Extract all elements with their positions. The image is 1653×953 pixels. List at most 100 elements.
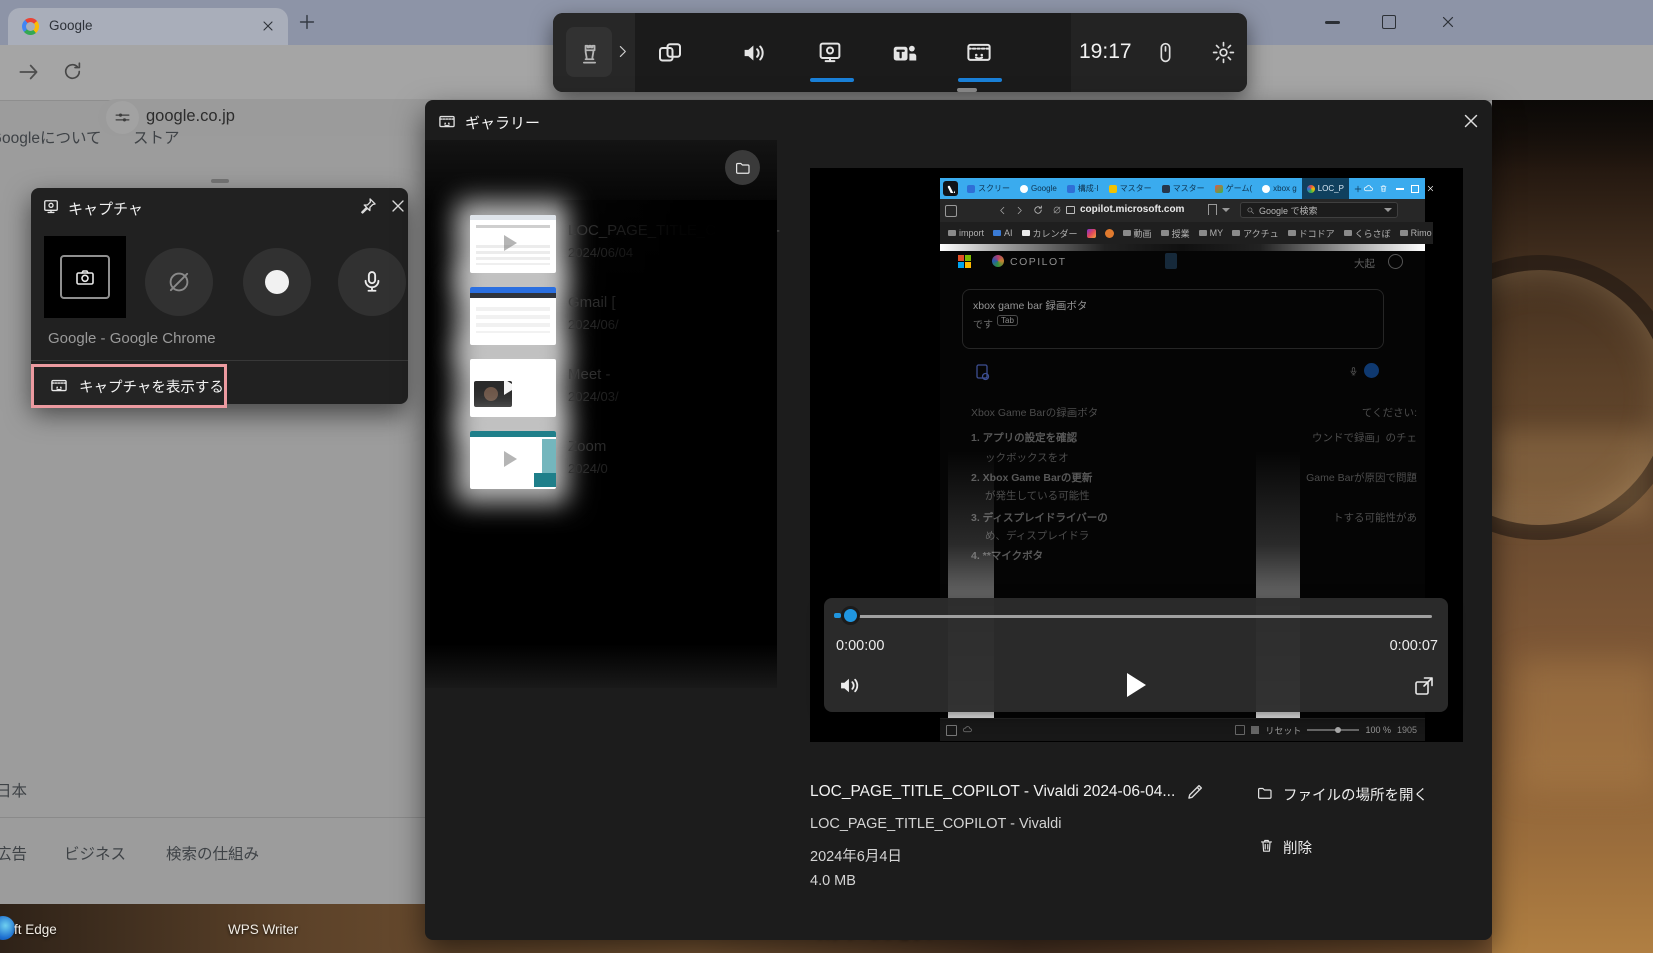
mouse-icon[interactable] bbox=[1153, 40, 1178, 65]
thumbnail-gmail[interactable] bbox=[470, 287, 556, 345]
search-field[interactable]: Google で検索 bbox=[1240, 202, 1398, 218]
thumbnail-zoom[interactable] bbox=[470, 431, 556, 489]
detail-name: LOC_PAGE_TITLE_COPILOT - Vivaldi bbox=[810, 816, 1061, 832]
volume-icon[interactable] bbox=[836, 672, 863, 699]
new-tab-button[interactable] bbox=[296, 11, 318, 33]
url-text[interactable]: google.co.jp bbox=[146, 107, 235, 126]
show-captures-label: キャプチャを表示する bbox=[79, 376, 224, 397]
zoom-slider[interactable] bbox=[1307, 729, 1359, 731]
forward-icon[interactable] bbox=[16, 59, 42, 85]
new-tab-icon[interactable] bbox=[1353, 184, 1363, 194]
mic-toggle-button[interactable] bbox=[338, 248, 406, 316]
capture-drag-handle[interactable] bbox=[211, 179, 229, 183]
avatar bbox=[1388, 254, 1403, 269]
play-button[interactable] bbox=[1127, 673, 1146, 697]
window-maximize-button[interactable] bbox=[1382, 15, 1396, 29]
detail-date: 2024年6月4日 bbox=[810, 845, 902, 866]
gamebar-toolbar: 19:17 bbox=[553, 13, 1247, 92]
footer-link-ads[interactable]: 広告 bbox=[0, 842, 27, 864]
show-captures-button[interactable]: キャプチャを表示する bbox=[31, 364, 227, 408]
prompt-mic-icon bbox=[1348, 366, 1359, 377]
status-frame-label: 1905 bbox=[1397, 725, 1417, 735]
status-reset-label[interactable]: リセット bbox=[1265, 724, 1301, 737]
popout-icon[interactable] bbox=[1412, 674, 1436, 698]
status-zoom-label: 100 % bbox=[1365, 725, 1391, 735]
gallery-widget-icon[interactable] bbox=[964, 38, 994, 68]
page-top-strip bbox=[940, 244, 1425, 251]
search-placeholder: Google で検索 bbox=[1259, 204, 1318, 217]
thumbnail-meet[interactable] bbox=[470, 359, 556, 417]
delete-trash-icon bbox=[1258, 837, 1275, 854]
site-settings-icon[interactable] bbox=[113, 108, 132, 127]
open-folder-button[interactable] bbox=[725, 150, 760, 185]
gear-icon[interactable] bbox=[1211, 40, 1236, 65]
footer-divider bbox=[0, 817, 425, 818]
gallery-drag-handle[interactable] bbox=[957, 88, 977, 92]
footer-link-how-search-works[interactable]: 検索の仕組み bbox=[166, 842, 259, 864]
teams-widget-icon[interactable] bbox=[890, 38, 920, 68]
capture-widget-icon[interactable] bbox=[815, 38, 845, 68]
taskbar-item-wps[interactable]: WPS Writer bbox=[228, 922, 298, 937]
capture-title-icon bbox=[41, 197, 61, 217]
tab-item[interactable]: xbox g bbox=[1257, 178, 1302, 199]
window-minimize-button[interactable] bbox=[1325, 21, 1340, 24]
tab-item-active[interactable]: LOC_P bbox=[1302, 178, 1349, 199]
link-about-google[interactable]: Googleについて bbox=[0, 126, 102, 148]
record-button[interactable] bbox=[243, 248, 311, 316]
tab-key-badge: Tab bbox=[997, 315, 1018, 326]
tab-item[interactable]: Google bbox=[1015, 178, 1062, 199]
edge-icon[interactable] bbox=[0, 916, 15, 940]
status-cloud-icon bbox=[962, 724, 973, 735]
seek-handle[interactable] bbox=[841, 606, 860, 625]
mic-icon bbox=[358, 268, 386, 296]
tab-close-icon[interactable] bbox=[260, 18, 276, 34]
sun-icon[interactable] bbox=[1105, 229, 1114, 238]
record-last-button[interactable] bbox=[145, 248, 213, 316]
mini-close-icon bbox=[1426, 184, 1435, 193]
search-icon bbox=[1246, 206, 1255, 215]
thumbnail-loc-page[interactable] bbox=[470, 215, 556, 273]
panel-grid-icon bbox=[946, 725, 957, 736]
tab-item[interactable]: ゲーム( bbox=[1210, 178, 1257, 199]
widgets-menu-icon[interactable] bbox=[655, 38, 685, 68]
taskbar-item-edge[interactable]: ft Edge bbox=[14, 922, 57, 937]
video-url: copilot.microsoft.com bbox=[1080, 204, 1184, 215]
seek-bar[interactable] bbox=[844, 615, 1432, 618]
tab-item[interactable]: マスター bbox=[1104, 178, 1157, 199]
capture-close-icon[interactable] bbox=[388, 196, 408, 216]
capture-source-label: Google - Google Chrome bbox=[48, 330, 216, 347]
gamebar-widgets-section bbox=[635, 13, 1071, 92]
pin-icon[interactable] bbox=[358, 196, 378, 216]
gallery-close-icon[interactable] bbox=[1460, 110, 1482, 132]
open-location-button[interactable]: ファイルの場所を開く bbox=[1283, 784, 1428, 805]
tab-item[interactable]: マスター bbox=[1157, 178, 1210, 199]
audio-widget-icon[interactable] bbox=[739, 38, 769, 68]
screenshot-button[interactable] bbox=[44, 236, 126, 318]
video-player-controls: 0:00:00 0:00:07 bbox=[824, 598, 1448, 712]
copilot-brand: COPILOT bbox=[1010, 256, 1067, 268]
prompt-line2: です bbox=[973, 316, 993, 331]
mini-reload-icon bbox=[1032, 204, 1044, 216]
active-tab-marker bbox=[1165, 253, 1177, 269]
send-button-icon bbox=[1364, 363, 1379, 378]
rename-pencil-icon[interactable] bbox=[1185, 781, 1206, 802]
delete-button[interactable]: 削除 bbox=[1283, 837, 1312, 858]
chevron-right-icon[interactable] bbox=[614, 43, 631, 60]
tab-item[interactable]: 構成·I bbox=[1062, 178, 1104, 199]
tab-item[interactable]: スクリー bbox=[962, 178, 1015, 199]
reload-icon[interactable] bbox=[60, 59, 85, 84]
time-current: 0:00:00 bbox=[836, 638, 884, 654]
desktop-photo bbox=[1492, 100, 1653, 953]
capture-divider bbox=[31, 360, 408, 361]
footer-link-business[interactable]: ビジネス bbox=[64, 842, 126, 864]
window-close-button[interactable] bbox=[1439, 13, 1457, 31]
link-store[interactable]: ストア bbox=[133, 126, 180, 148]
mini-minimize-icon bbox=[1396, 188, 1404, 190]
status-image-icon bbox=[1235, 725, 1245, 735]
folder-icon bbox=[734, 159, 752, 177]
list-fade-overlay bbox=[555, 200, 777, 610]
chrome-tab-google[interactable]: Google bbox=[8, 8, 288, 45]
instagram-icon[interactable] bbox=[1087, 229, 1096, 238]
gamebar-home-button[interactable] bbox=[566, 27, 612, 77]
back-icon bbox=[997, 205, 1008, 216]
